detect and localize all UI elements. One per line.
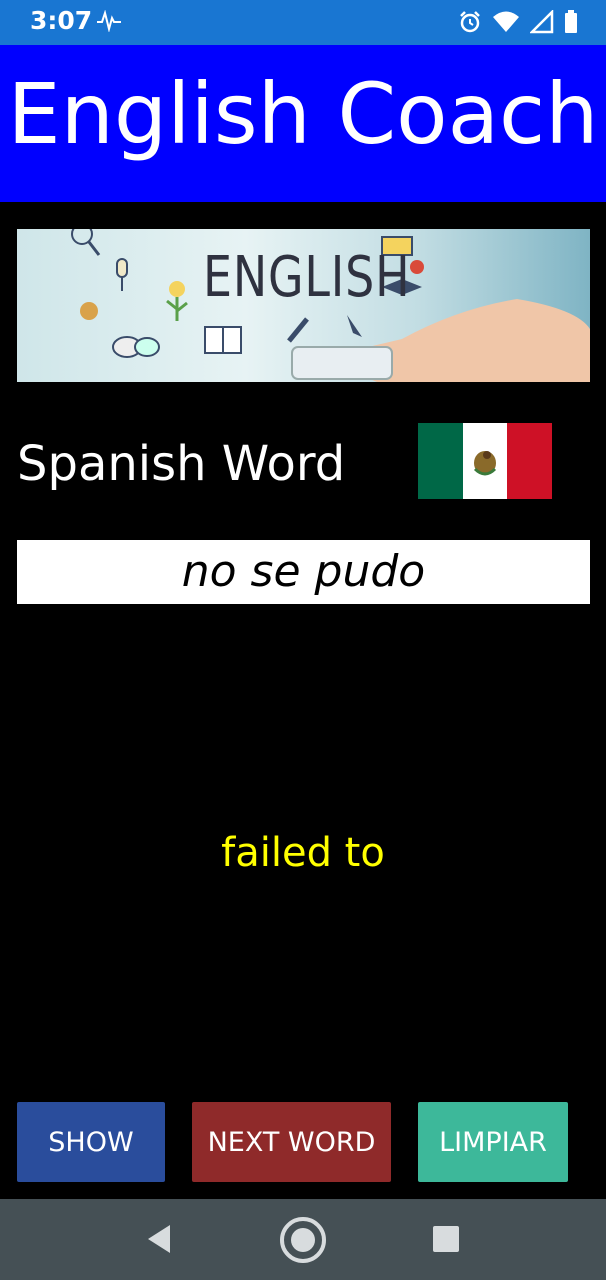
mexico-flag-icon (418, 423, 553, 499)
back-icon[interactable] (146, 1223, 172, 1260)
app-header: English Coach (0, 45, 606, 202)
english-translation: failed to (221, 830, 385, 876)
battery-icon (564, 10, 578, 39)
spanish-word-label: Spanish Word (17, 436, 346, 492)
wifi-icon (492, 10, 520, 39)
alarm-icon (458, 10, 482, 39)
pulse-icon (96, 9, 122, 37)
show-button[interactable]: SHOW (17, 1102, 165, 1182)
status-time: 3:07 (30, 6, 93, 35)
spanish-word-display: no se pudo (17, 540, 590, 604)
banner-text: ENGLISH (203, 245, 411, 310)
status-bar: 3:07 (0, 0, 606, 45)
navigation-bar (0, 1199, 606, 1280)
home-icon[interactable] (279, 1216, 327, 1269)
recents-icon[interactable] (433, 1226, 459, 1257)
spanish-word-text: no se pudo (181, 546, 426, 597)
app-title: English Coach (7, 65, 599, 163)
signal-icon (528, 8, 554, 39)
english-banner-image: ENGLISH (17, 229, 590, 382)
next-word-button[interactable]: NEXT WORD (192, 1102, 391, 1182)
clear-button[interactable]: LIMPIAR (418, 1102, 568, 1182)
